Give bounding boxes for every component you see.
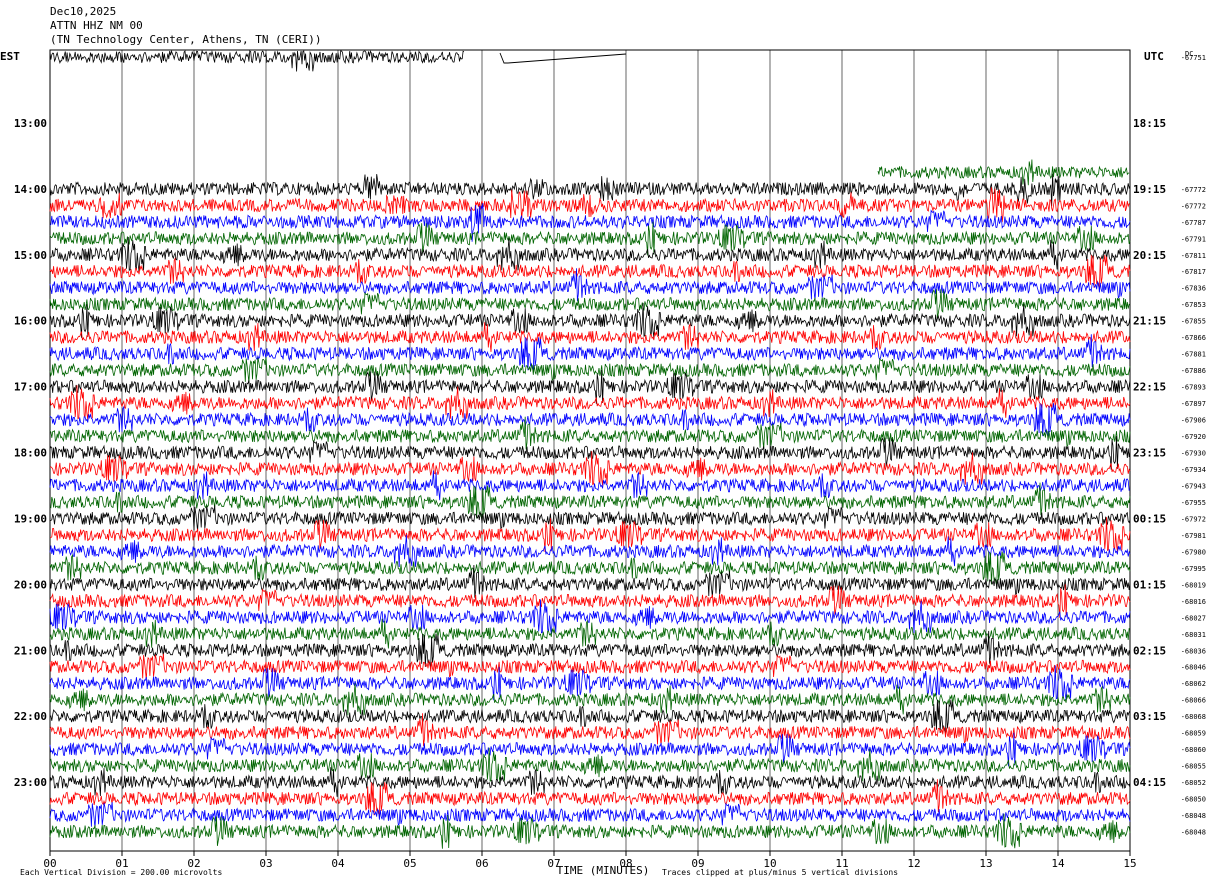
trace-row-7: [877, 159, 1130, 186]
utc-hour-label: 04:15: [1133, 776, 1166, 789]
dc-offset-label: -67817: [1181, 268, 1206, 276]
trace-row-29: [49, 517, 1131, 553]
dc-offset-label: -68027: [1181, 614, 1206, 622]
dc-offset-label: -67906: [1181, 417, 1206, 425]
est-hour-label: 18:00: [14, 447, 47, 460]
est-hour-label: 19:00: [14, 512, 47, 525]
x-tick-label-14: 14: [1051, 857, 1065, 870]
trace-row-34: [49, 599, 1131, 635]
utc-hour-label: 20:15: [1133, 249, 1166, 262]
dc-offset-label: -67981: [1181, 532, 1206, 540]
dc-offset-label: -68048: [1181, 829, 1206, 837]
dc-offset-label: -67853: [1181, 301, 1206, 309]
trace-row-26: [49, 470, 1131, 501]
x-tick-label-05: 05: [403, 857, 416, 870]
trace-row-20: [49, 369, 1131, 404]
dc-offset-label: -67893: [1181, 384, 1206, 392]
x-tick-label-12: 12: [907, 857, 920, 870]
utc-hour-label: 03:15: [1133, 710, 1166, 723]
dc-offset-label: -68066: [1181, 697, 1206, 705]
trace-row-33: [49, 584, 1131, 618]
gap-segment-trace: [499, 52, 627, 64]
trace-row-24: [49, 435, 1131, 470]
est-hour-label: 17:00: [14, 381, 47, 394]
utc-hour-label: 19:15: [1133, 183, 1166, 196]
dc-offset-label: -67934: [1181, 466, 1206, 474]
dc-offset-label: -67855: [1181, 318, 1206, 326]
dc-offset-label: -67772: [1181, 186, 1206, 194]
dc-offset-label: -67836: [1181, 285, 1206, 293]
dc-offset-label: -67995: [1181, 565, 1206, 573]
x-tick-label-13: 13: [979, 857, 992, 870]
dc-offset-label: -68052: [1181, 779, 1206, 787]
trace-row-37: [49, 653, 1131, 680]
est-hour-label: 20:00: [14, 578, 47, 591]
dc-offset-label: -67772: [1181, 202, 1206, 210]
dc-offset-label: -67897: [1181, 400, 1206, 408]
trace-row-17: [49, 322, 1131, 352]
dc-offset-label: -68068: [1181, 713, 1206, 721]
est-hour-label: 21:00: [14, 644, 47, 657]
dc-offset-label: -68036: [1181, 647, 1206, 655]
dc-offset-label: -67811: [1181, 252, 1206, 260]
dc-offset-label: -67955: [1181, 499, 1206, 507]
trace-row-41: [49, 713, 1131, 747]
seismogram-chart: 00 01 02 03 04 05 06 07 08 09 10 11 12 13 14 15EST UTC DC…: [0, 49, 1206, 877]
utc-axis-label: UTC: [1144, 50, 1164, 63]
dc-offset-label: -67920: [1181, 433, 1206, 441]
utc-hour-label: 00:15: [1133, 512, 1166, 525]
x-tick-label-06: 06: [475, 857, 488, 870]
dc-offset-label: -67972: [1181, 515, 1206, 523]
trace-row-30: [49, 534, 1131, 568]
est-hour-label: 22:00: [14, 710, 47, 723]
dc-offset-label: -67881: [1181, 351, 1206, 359]
footer-clip-note: Traces clipped at plus/minus 5 vertical …: [662, 868, 898, 877]
dc-offset-label: -68031: [1181, 631, 1206, 639]
est-hour-label: 13:00: [14, 117, 47, 130]
utc-hour-label: 23:15: [1133, 447, 1166, 460]
est-hour-label: 15:00: [14, 249, 47, 262]
trace-row-18: [49, 334, 1131, 372]
dc-offset-label: -68055: [1181, 763, 1206, 771]
utc-hour-label: 01:15: [1133, 578, 1166, 591]
trace-row-19: [49, 356, 1131, 383]
est-axis-label: EST: [0, 50, 20, 63]
footer-scale-note: Each Vertical Division = 200.00 microvol…: [20, 868, 222, 877]
dc-offset-label: -68019: [1181, 581, 1206, 589]
trace-row-11: [49, 221, 1131, 256]
utc-hour-label: 02:15: [1133, 644, 1166, 657]
dc-offset-label: -67787: [1181, 219, 1206, 227]
dc-offset-label: -67791: [1181, 235, 1206, 243]
dc-offset-label: -68060: [1181, 746, 1206, 754]
dc-offset-label: -67980: [1181, 548, 1206, 556]
trace-row-15: [49, 289, 1131, 319]
trace-row-28: [49, 505, 1131, 532]
est-hour-label: 23:00: [14, 776, 47, 789]
utc-hour-label: 21:15: [1133, 315, 1166, 328]
dc-offset-label: -68048: [1181, 812, 1206, 820]
x-tick-label-03: 03: [259, 857, 272, 870]
trace-row-44: [49, 767, 1131, 797]
est-hour-label: 14:00: [14, 183, 47, 196]
dc-offset-label: -67943: [1181, 482, 1206, 490]
x-axis-title: TIME (MINUTES): [557, 864, 650, 877]
utc-hour-label: 18:15: [1133, 117, 1166, 130]
x-tick-label-04: 04: [331, 857, 345, 870]
x-tick-label-15: 15: [1123, 857, 1136, 870]
utc-hour-label: 22:15: [1133, 381, 1166, 394]
dc-offset-label: -68046: [1181, 664, 1206, 672]
dc-offset-label: -67886: [1181, 367, 1206, 375]
est-hour-label: 16:00: [14, 315, 47, 328]
trace-row-22: [49, 403, 1131, 437]
dc-offset-label: -68016: [1181, 598, 1206, 606]
dc-offset-label: -67930: [1181, 450, 1206, 458]
dc-offset-label: -68059: [1181, 730, 1206, 738]
dc-offset-label: -67751: [1181, 54, 1206, 62]
trace-row-0: [49, 49, 465, 72]
dc-offset-label: -68062: [1181, 680, 1206, 688]
trace-row-21: [49, 385, 1131, 420]
trace-row-35: [49, 618, 1131, 649]
dc-offset-label: -68050: [1181, 796, 1206, 804]
dc-offset-label: -67866: [1181, 334, 1206, 342]
